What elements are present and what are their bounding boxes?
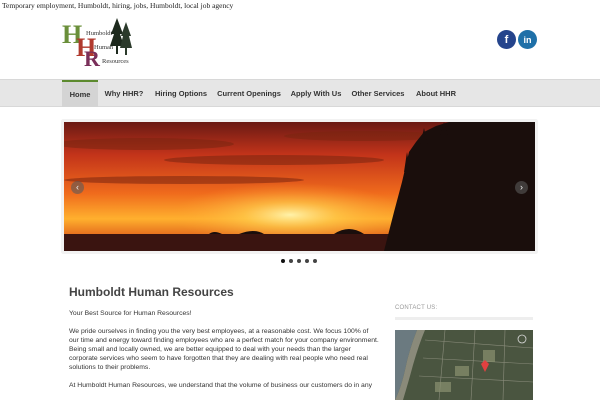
content-paragraph: At Humboldt Human Resources, we understa… bbox=[69, 382, 372, 389]
pine-trees-icon bbox=[110, 18, 132, 55]
logo-word-humboldt: Humboldt bbox=[86, 30, 113, 37]
content-paragraph: We pride ourselves in finding you the ve… bbox=[69, 328, 379, 371]
site-logo[interactable]: H H R Humboldt Human Resources bbox=[62, 18, 134, 70]
contact-divider bbox=[395, 317, 533, 320]
linkedin-icon[interactable]: in bbox=[518, 30, 537, 49]
main-nav: Home Why HHR? Hiring Options Current Ope… bbox=[0, 79, 600, 107]
satellite-map-image bbox=[395, 330, 533, 400]
logo-letter-r: R bbox=[84, 46, 100, 71]
slider-dot-4[interactable] bbox=[305, 259, 309, 263]
nav-about-hhr[interactable]: About HHR bbox=[412, 80, 460, 107]
location-map[interactable] bbox=[395, 330, 533, 400]
slider-dot-2[interactable] bbox=[289, 259, 293, 263]
nav-hiring-options[interactable]: Hiring Options bbox=[152, 80, 210, 107]
slider-dots bbox=[281, 259, 317, 263]
page-title: Humboldt Human Resources bbox=[69, 285, 234, 299]
nav-why-hhr[interactable]: Why HHR? bbox=[101, 80, 147, 107]
page-content: Your Best Source for Human Resources! We… bbox=[69, 309, 379, 399]
sunset-image bbox=[64, 122, 535, 251]
slider-dot-3[interactable] bbox=[297, 259, 301, 263]
nav-current-openings[interactable]: Current Openings bbox=[216, 80, 282, 107]
slider-dot-1[interactable] bbox=[281, 259, 285, 263]
slider-next-button[interactable]: › bbox=[515, 181, 528, 194]
slider-prev-button[interactable]: ‹ bbox=[71, 181, 84, 194]
nav-apply-with-us[interactable]: Apply With Us bbox=[288, 80, 344, 107]
contact-heading: CONTACT US: bbox=[395, 305, 438, 311]
facebook-icon[interactable]: f bbox=[497, 30, 516, 49]
content-paragraph: Your Best Source for Human Resources! bbox=[69, 310, 192, 317]
site-tagline: Temporary employment, Humboldt, hiring, … bbox=[2, 1, 234, 10]
slider-dot-5[interactable] bbox=[313, 259, 317, 263]
logo-word-resources: Resources bbox=[102, 58, 129, 65]
nav-other-services[interactable]: Other Services bbox=[350, 80, 406, 107]
hero-slider[interactable]: ‹ › bbox=[62, 120, 537, 253]
nav-home[interactable]: Home bbox=[62, 80, 98, 107]
